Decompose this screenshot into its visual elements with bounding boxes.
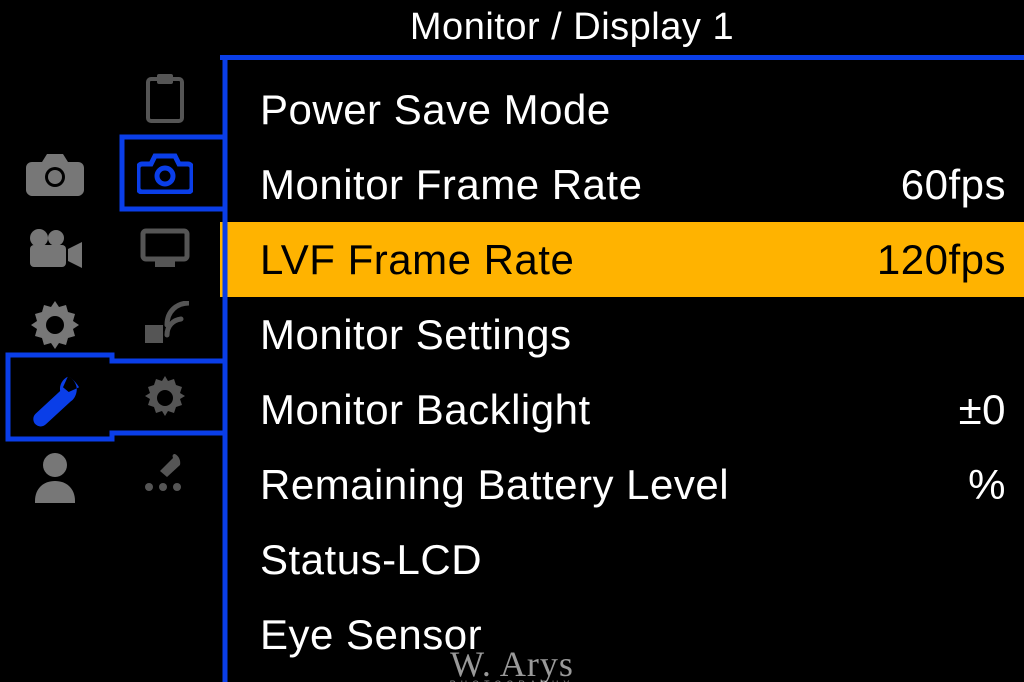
tab-video[interactable]: [0, 211, 110, 287]
gear-icon: [29, 299, 81, 351]
menu-item-label: Monitor Frame Rate: [260, 161, 642, 209]
menu-item-label: Remaining Battery Level: [260, 461, 729, 509]
user-icon: [31, 451, 79, 503]
menu-item-battery-level[interactable]: Remaining Battery Level %: [220, 447, 1024, 522]
gear-icon: [142, 375, 188, 421]
menu-item-power-save[interactable]: Power Save Mode: [220, 72, 1024, 147]
menu-item-value: %: [968, 461, 1006, 509]
menu-item-monitor-backlight[interactable]: Monitor Backlight ±0: [220, 372, 1024, 447]
menu-item-eye-sensor[interactable]: Eye Sensor: [220, 597, 1024, 672]
sub-tab-column: [110, 55, 220, 682]
menu-list: Power Save Mode Monitor Frame Rate 60fps…: [220, 60, 1024, 672]
menu-item-status-lcd[interactable]: Status-LCD: [220, 522, 1024, 597]
menu-item-label: Status-LCD: [260, 536, 482, 584]
menu-item-monitor-frame-rate[interactable]: Monitor Frame Rate 60fps: [220, 147, 1024, 222]
watermark: W. Arys PHOTOGRAPHY: [450, 648, 575, 682]
menu-item-value: ±0: [959, 386, 1006, 434]
subtab-monitor[interactable]: [110, 210, 220, 285]
camera-icon: [26, 150, 84, 196]
menu-item-monitor-settings[interactable]: Monitor Settings: [220, 297, 1024, 372]
menu-item-value: 120fps: [877, 236, 1006, 284]
tool-icon: [141, 452, 189, 494]
clipboard-icon: [145, 73, 185, 123]
wireless-icon: [141, 301, 189, 345]
camera-icon: [137, 152, 193, 194]
tab-wrench[interactable]: [0, 363, 110, 439]
menu-item-label: Monitor Settings: [260, 311, 571, 359]
page-title: Monitor / Display 1: [0, 0, 1024, 55]
title-text: Monitor / Display 1: [410, 6, 734, 49]
menu-item-lvf-frame-rate[interactable]: LVF Frame Rate 120fps: [220, 222, 1024, 297]
subtab-wireless[interactable]: [110, 285, 220, 360]
tab-camera[interactable]: [0, 135, 110, 211]
wrench-icon: [25, 373, 85, 429]
menu-item-label: Power Save Mode: [260, 86, 611, 134]
video-camera-icon: [26, 227, 84, 271]
subtab-clipboard[interactable]: [110, 60, 220, 135]
menu-item-label: Monitor Backlight: [260, 386, 591, 434]
menu-panel: Power Save Mode Monitor Frame Rate 60fps…: [220, 55, 1024, 682]
watermark-name: W. Arys: [450, 644, 574, 682]
tab-user[interactable]: [0, 439, 110, 515]
tab-gear[interactable]: [0, 287, 110, 363]
subtab-tool[interactable]: [110, 435, 220, 510]
subtab-camera[interactable]: [110, 135, 220, 210]
menu-item-label: LVF Frame Rate: [260, 236, 574, 284]
primary-tab-column: [0, 55, 110, 682]
subtab-gear[interactable]: [110, 360, 220, 435]
monitor-icon: [140, 228, 190, 268]
menu-item-value: 60fps: [901, 161, 1006, 209]
